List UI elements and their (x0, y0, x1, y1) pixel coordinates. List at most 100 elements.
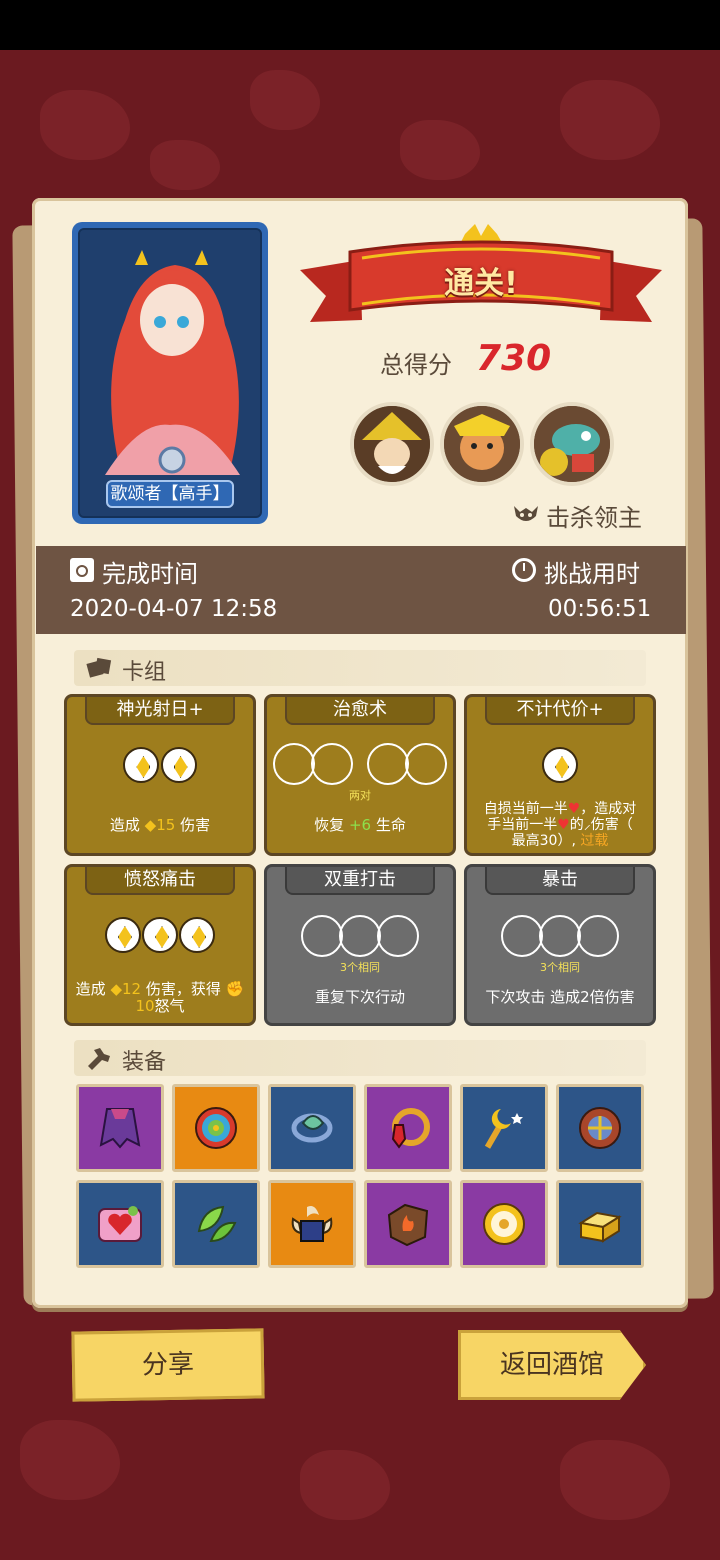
card-description: 恢复 +6 生命 (314, 816, 406, 834)
card-slots (267, 743, 453, 785)
equipment-slot[interactable] (172, 1084, 260, 1172)
deck-title: 卡组 (122, 660, 167, 685)
card-condition: 3个相同 (540, 961, 580, 974)
card-name: 暴击 (485, 867, 635, 895)
dice-slot (142, 917, 178, 953)
card-name: 双重打击 (285, 867, 435, 895)
empty-slot (310, 743, 353, 785)
equipment-slot[interactable] (172, 1180, 260, 1268)
moon-wand-icon (484, 1109, 523, 1149)
finish-time-label: 完成时间 (102, 560, 198, 588)
boss-2-icon[interactable] (440, 402, 524, 486)
challenge-time-label: 挑战用时 (544, 560, 640, 588)
hero-portrait: 歌颂者【高手】 (78, 228, 262, 518)
kill-bosses-label: 击杀领主 (546, 504, 642, 532)
background-shape (400, 120, 480, 180)
empty-slot (272, 743, 315, 785)
equipment-title: 装备 (122, 1050, 167, 1075)
card-description: 下次攻击 造成2倍伤害 (485, 988, 635, 1006)
skull-icon (512, 502, 540, 526)
heart-box-icon (98, 1206, 142, 1242)
card-description: 重复下次行动 (314, 988, 405, 1006)
equipment-slot[interactable] (556, 1084, 644, 1172)
card-name: 神光射日+ (85, 697, 235, 725)
status-bar (0, 0, 720, 50)
fire-stone-icon (387, 1203, 429, 1247)
hero-name: 歌颂者【高手】 (106, 480, 234, 508)
leaf-amulet-icon (291, 1113, 333, 1143)
card-condition: 3个相同 (340, 961, 380, 974)
background-shape (250, 70, 320, 130)
ruby-ring-icon (391, 1108, 430, 1149)
card-condition: 两对 (349, 789, 371, 802)
sun-disc-icon (483, 1203, 525, 1245)
empty-slot (539, 915, 581, 957)
equipment-slot[interactable] (556, 1180, 644, 1268)
dice-slot (542, 747, 578, 783)
card-slots (67, 917, 253, 953)
calendar-icon (70, 558, 94, 582)
deck-section-header: 卡组 (74, 650, 646, 686)
wrench-icon (86, 1046, 112, 1070)
dice-slot (160, 747, 197, 783)
empty-slot (577, 915, 619, 957)
dice-slot (123, 747, 160, 783)
card-description: 造成 ◆15 伤害 (109, 816, 211, 834)
skill-card[interactable]: 愤怒痛击 造成 ◆12 伤害，获得 ✊ 10怒气 (64, 864, 256, 1026)
background-shape (300, 1450, 390, 1520)
card-name: 愤怒痛击 (85, 867, 235, 895)
background-shape (20, 1420, 120, 1500)
equipment-slot[interactable] (460, 1084, 548, 1172)
equipment-slot[interactable] (268, 1084, 356, 1172)
swirl-orb-icon (195, 1107, 237, 1149)
share-button[interactable]: 分享 (71, 1328, 265, 1402)
empty-slot (405, 743, 448, 785)
card-slots (267, 915, 453, 957)
card-name: 治愈术 (285, 697, 435, 725)
shield-icon (579, 1107, 621, 1149)
background-shape (150, 140, 220, 190)
hero-card[interactable]: 歌颂者【高手】 (72, 222, 268, 524)
equipment-slot[interactable] (364, 1180, 452, 1268)
hero-art (80, 230, 260, 516)
boss-3-icon[interactable] (530, 402, 614, 486)
skill-card-locked[interactable]: 暴击 3个相同 下次攻击 造成2倍伤害 (464, 864, 656, 1026)
equipment-slot[interactable] (76, 1180, 164, 1268)
victory-text: 通关! (444, 266, 518, 301)
return-tavern-button[interactable]: 返回酒馆 (458, 1330, 646, 1400)
cards-icon (86, 656, 112, 678)
equipment-slot[interactable] (268, 1180, 356, 1268)
empty-slot (501, 915, 543, 957)
background-shape (40, 90, 130, 160)
equipment-slot[interactable] (460, 1180, 548, 1268)
card-slots (467, 747, 653, 783)
victory-banner: 通关! (300, 222, 662, 334)
horned-helmet-icon (291, 1206, 333, 1242)
skill-card[interactable]: 治愈术 两对 恢复 +6 生命 (264, 694, 456, 856)
empty-slot (301, 915, 343, 957)
background-shape (560, 80, 660, 160)
skill-card-locked[interactable]: 双重打击 3个相同 重复下次行动 (264, 864, 456, 1026)
cape-icon (99, 1108, 141, 1149)
leaves-icon (197, 1205, 237, 1243)
card-description: 自损当前一半♥，造成对 手当前一半♥的⸝伤害（ 最高30）, 过载 (483, 801, 637, 849)
equipment-section-header: 装备 (74, 1040, 646, 1076)
boss-1-icon[interactable] (350, 402, 434, 486)
stopwatch-icon (512, 558, 536, 582)
card-name: 不计代价+ (485, 697, 635, 725)
skill-card[interactable]: 不计代价+ 自损当前一半♥，造成对 手当前一半♥的⸝伤害（ 最高30）, 过载 (464, 694, 656, 856)
equipment-slot[interactable] (76, 1084, 164, 1172)
finish-time-value: 2020-04-07 12:58 (70, 596, 278, 622)
card-slots (67, 747, 253, 783)
empty-slot (339, 915, 381, 957)
dice-slot (104, 917, 141, 953)
equipment-slot[interactable] (364, 1084, 452, 1172)
total-score-value: 730 (476, 338, 552, 379)
empty-slot (377, 915, 419, 957)
gold-bar-icon (578, 1211, 622, 1243)
challenge-time-value: 00:56:51 (548, 596, 652, 622)
skill-card[interactable]: 神光射日+ 造成 ◆15 伤害 (64, 694, 256, 856)
total-score-label: 总得分 (380, 351, 452, 379)
card-description: 造成 ◆12 伤害，获得 ✊ 10怒气 (75, 980, 245, 1015)
empty-slot (367, 743, 410, 785)
